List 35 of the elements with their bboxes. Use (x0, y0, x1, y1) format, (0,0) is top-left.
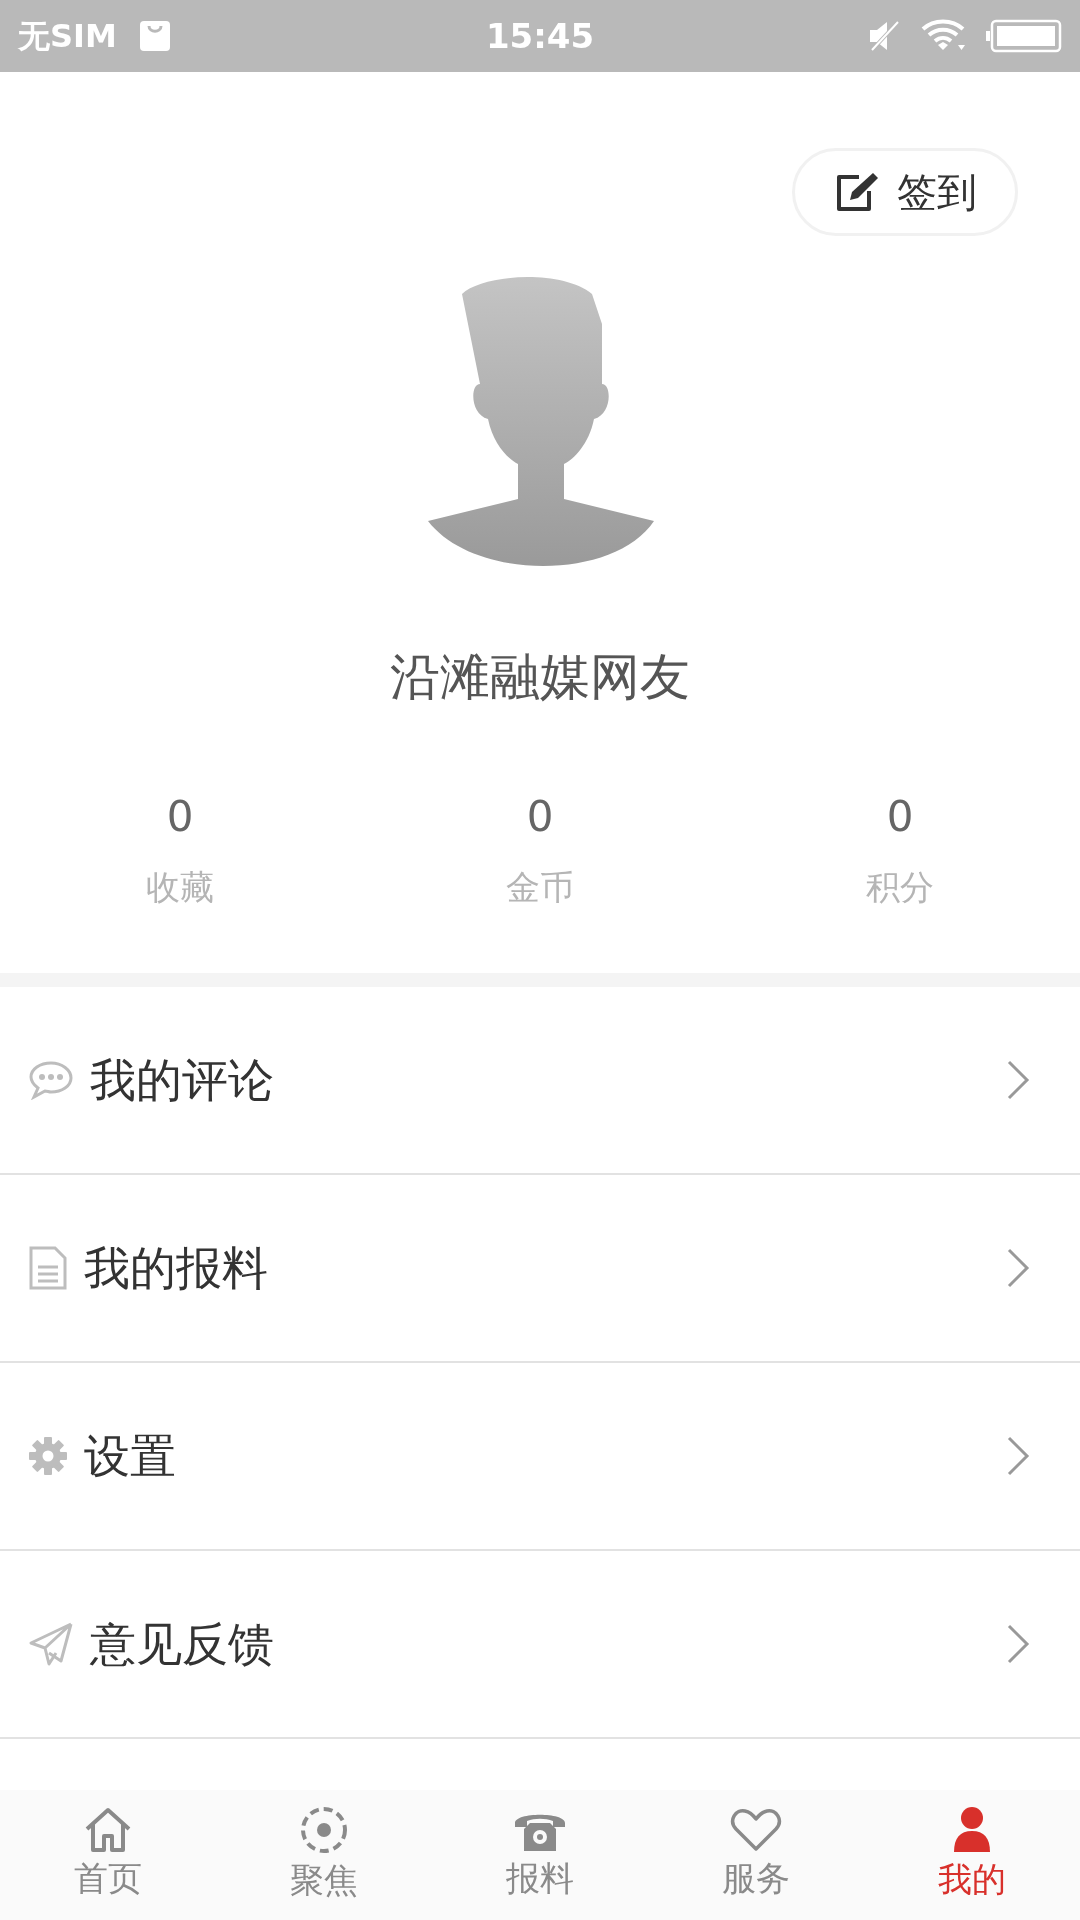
chevron-icon (1006, 1623, 1030, 1665)
user-name: 沿滩融媒网友 (390, 647, 690, 708)
carrier-text: 无SIM (18, 16, 117, 57)
menu-label: 我的评论 (90, 1051, 274, 1109)
stat-label: 金币 (506, 866, 574, 909)
menu-row[interactable]: 设置 (0, 1363, 1080, 1551)
document-icon (28, 1245, 68, 1291)
home-icon (83, 1806, 133, 1853)
gear-icon (28, 1436, 68, 1476)
chevron-icon (1006, 1247, 1030, 1289)
menu-label: 意见反馈 (90, 1615, 274, 1673)
paper-plane-icon (28, 1621, 74, 1667)
chevron-icon (1006, 1059, 1030, 1101)
menu-label: 我的报料 (84, 1239, 268, 1297)
chevron-icon (1006, 1435, 1030, 1477)
muted-speaker-icon (868, 20, 900, 52)
target-icon (299, 1804, 349, 1855)
menu-row[interactable]: 我的评论 (0, 987, 1080, 1175)
stat-label: 收藏 (146, 866, 214, 909)
tab-item[interactable]: 我的 (864, 1790, 1080, 1920)
person-icon (952, 1805, 992, 1854)
speech-bubble-icon (28, 1060, 74, 1100)
stat-count: 0 (526, 791, 554, 843)
menu-row[interactable]: 我的报料 (0, 1175, 1080, 1363)
wifi-icon (920, 19, 966, 53)
sign-in-button[interactable]: 签到 (792, 148, 1018, 236)
menu-row[interactable]: 意见反馈 (0, 1551, 1080, 1739)
stat-count: 0 (886, 791, 914, 843)
stat-label: 积分 (866, 866, 934, 909)
battery-icon (986, 19, 1062, 53)
heart-icon (730, 1806, 782, 1853)
menu-label: 设置 (84, 1427, 176, 1485)
clock-text: 15:45 (485, 14, 595, 58)
shopping-bag-icon (138, 20, 171, 52)
stat-count: 0 (166, 791, 194, 843)
